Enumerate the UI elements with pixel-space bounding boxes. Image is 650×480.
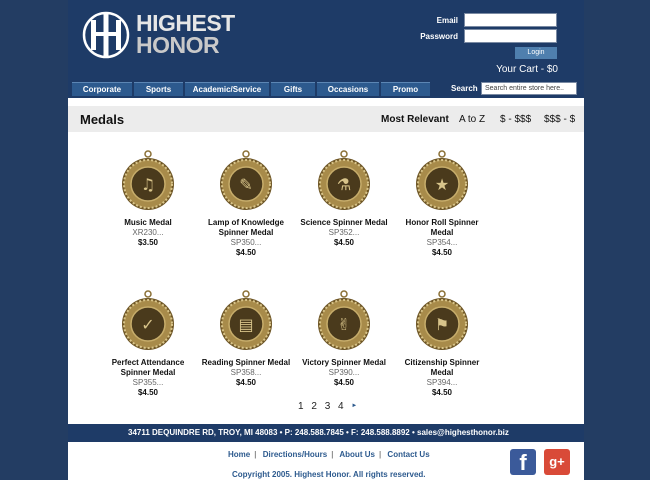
science-medal-icon[interactable]: ⚗ xyxy=(316,150,372,212)
victory-medal-icon[interactable]: ✌ xyxy=(316,290,372,352)
svg-text:♫: ♫ xyxy=(141,175,155,194)
honor-roll-medal-icon[interactable]: ★ xyxy=(414,150,470,212)
product-card[interactable]: ▤ Reading Spinner Medal SP358... $4.50 xyxy=(198,290,294,388)
facebook-icon[interactable]: f xyxy=(510,449,536,475)
product-name[interactable]: Lamp of Knowledge Spinner Medal xyxy=(198,218,294,238)
svg-text:✌: ✌ xyxy=(337,315,350,334)
footer-link-directions[interactable]: Directions/Hours xyxy=(263,450,327,459)
svg-text:★: ★ xyxy=(435,175,449,194)
cart-link[interactable]: Your Cart - $0 xyxy=(496,64,558,75)
password-label: Password xyxy=(420,31,458,41)
brand-line2: HONOR xyxy=(136,32,220,58)
brand-name: HIGHEST HONOR xyxy=(136,12,235,58)
sort-a-to-z[interactable]: A to Z xyxy=(459,114,485,125)
svg-text:⚗: ⚗ xyxy=(337,175,351,194)
svg-text:⚑: ⚑ xyxy=(435,315,449,334)
footer-contact-bar: 34711 DEQUINDRE RD, TROY, MI 48083 • P: … xyxy=(68,424,584,442)
product-sku: SP352... xyxy=(328,228,360,237)
nav-sports[interactable]: Sports xyxy=(134,82,183,96)
product-sku: XR230... xyxy=(132,228,164,237)
email-label: Email xyxy=(436,15,458,25)
password-field[interactable] xyxy=(464,29,557,43)
product-price: $4.50 xyxy=(333,378,355,387)
product-card[interactable]: ★ Honor Roll Spinner Medal SP354... $4.50 xyxy=(394,150,490,258)
password-row: Password xyxy=(408,29,557,43)
nav-gifts[interactable]: Gifts xyxy=(271,82,315,96)
page-container: HIGHEST HONOR Email Password Login Your … xyxy=(68,0,584,480)
nav-occasions[interactable]: Occasions xyxy=(317,82,379,96)
logo-emblem-icon xyxy=(82,11,130,59)
page-link-3[interactable]: 3 xyxy=(325,401,331,412)
footer-link-about[interactable]: About Us xyxy=(339,450,375,459)
page-link-4[interactable]: 4 xyxy=(338,401,344,412)
product-card[interactable]: ✎ Lamp of Knowledge Spinner Medal SP350...… xyxy=(198,150,294,258)
product-name[interactable]: Reading Spinner Medal xyxy=(198,358,294,368)
product-card[interactable]: ⚗ Science Spinner Medal SP352... $4.50 xyxy=(296,150,392,248)
product-name[interactable]: Perfect Attendance Spinner Medal xyxy=(100,358,196,378)
next-page-icon[interactable]: ► xyxy=(351,403,357,409)
pagination: 1 2 3 4 ► xyxy=(298,401,362,412)
nav-promo[interactable]: Promo xyxy=(381,82,430,96)
product-sku: SP355... xyxy=(132,378,164,387)
product-card[interactable]: ✌ Victory Spinner Medal SP390... $4.50 xyxy=(296,290,392,388)
footer-links: Home | Directions/Hours | About Us | Contac… xyxy=(228,450,430,459)
copyright: Copyright 2005. Highest Honor. All right… xyxy=(232,470,426,479)
product-name[interactable]: Science Spinner Medal xyxy=(296,218,392,228)
product-sku: SP350... xyxy=(230,238,262,247)
product-card[interactable]: ✓ Perfect Attendance Spinner Medal SP355..… xyxy=(100,290,196,398)
product-price: $4.50 xyxy=(431,248,453,257)
product-sku: SP394... xyxy=(426,378,458,387)
nav-corporate[interactable]: Corporate xyxy=(72,82,132,96)
email-row: Email xyxy=(408,13,557,27)
sort-price-asc[interactable]: $ - $$$ xyxy=(500,114,531,125)
nav-academic-service[interactable]: Academic/Service xyxy=(185,82,269,96)
svg-text:▤: ▤ xyxy=(238,315,253,334)
search-input[interactable]: Search entire store here.. xyxy=(481,82,577,95)
product-name[interactable]: Honor Roll Spinner Medal xyxy=(394,218,490,238)
footer-link-home[interactable]: Home xyxy=(228,450,250,459)
product-name[interactable]: Victory Spinner Medal xyxy=(296,358,392,368)
brand-logo[interactable]: HIGHEST HONOR xyxy=(80,8,235,62)
page-title: Medals xyxy=(80,112,125,127)
main-nav: Corporate Sports Academic/Service Gifts … xyxy=(68,80,584,98)
google-plus-icon[interactable]: g+ xyxy=(544,449,570,475)
lamp-medal-icon[interactable]: ✎ xyxy=(218,150,274,212)
product-sku: SP390... xyxy=(328,368,360,377)
footer-link-contact[interactable]: Contact Us xyxy=(387,450,429,459)
product-name[interactable]: Citizenship Spinner Medal xyxy=(394,358,490,378)
product-sku: SP354... xyxy=(426,238,458,247)
product-price: $4.50 xyxy=(333,238,355,247)
sort-most-relevant[interactable]: Most Relevant xyxy=(381,114,449,125)
product-price: $4.50 xyxy=(137,388,159,397)
category-sort-bar: Medals Most Relevant A to Z $ - $$$ $$$ … xyxy=(68,106,584,132)
sort-price-desc[interactable]: $$$ - $ xyxy=(544,114,575,125)
svg-text:✓: ✓ xyxy=(141,315,154,334)
product-price: $3.50 xyxy=(137,238,159,247)
product-card[interactable]: ♫ Music Medal XR230... $3.50 xyxy=(100,150,196,248)
email-field[interactable] xyxy=(464,13,557,27)
citizenship-medal-icon[interactable]: ⚑ xyxy=(414,290,470,352)
product-price: $4.50 xyxy=(431,388,453,397)
product-price: $4.50 xyxy=(235,248,257,257)
reading-medal-icon[interactable]: ▤ xyxy=(218,290,274,352)
site-header: HIGHEST HONOR Email Password Login Your … xyxy=(68,0,584,80)
login-button[interactable]: Login xyxy=(515,47,557,59)
search-label: Search xyxy=(451,84,478,93)
page-link-1[interactable]: 1 xyxy=(298,401,304,412)
svg-text:✎: ✎ xyxy=(239,175,252,194)
page-link-2[interactable]: 2 xyxy=(311,401,317,412)
product-sku: SP358... xyxy=(230,368,262,377)
attendance-medal-icon[interactable]: ✓ xyxy=(120,290,176,352)
music-medal-icon[interactable]: ♫ xyxy=(120,150,176,212)
product-price: $4.50 xyxy=(235,378,257,387)
product-card[interactable]: ⚑ Citizenship Spinner Medal SP394... $4.50 xyxy=(394,290,490,398)
product-name[interactable]: Music Medal xyxy=(100,218,196,228)
